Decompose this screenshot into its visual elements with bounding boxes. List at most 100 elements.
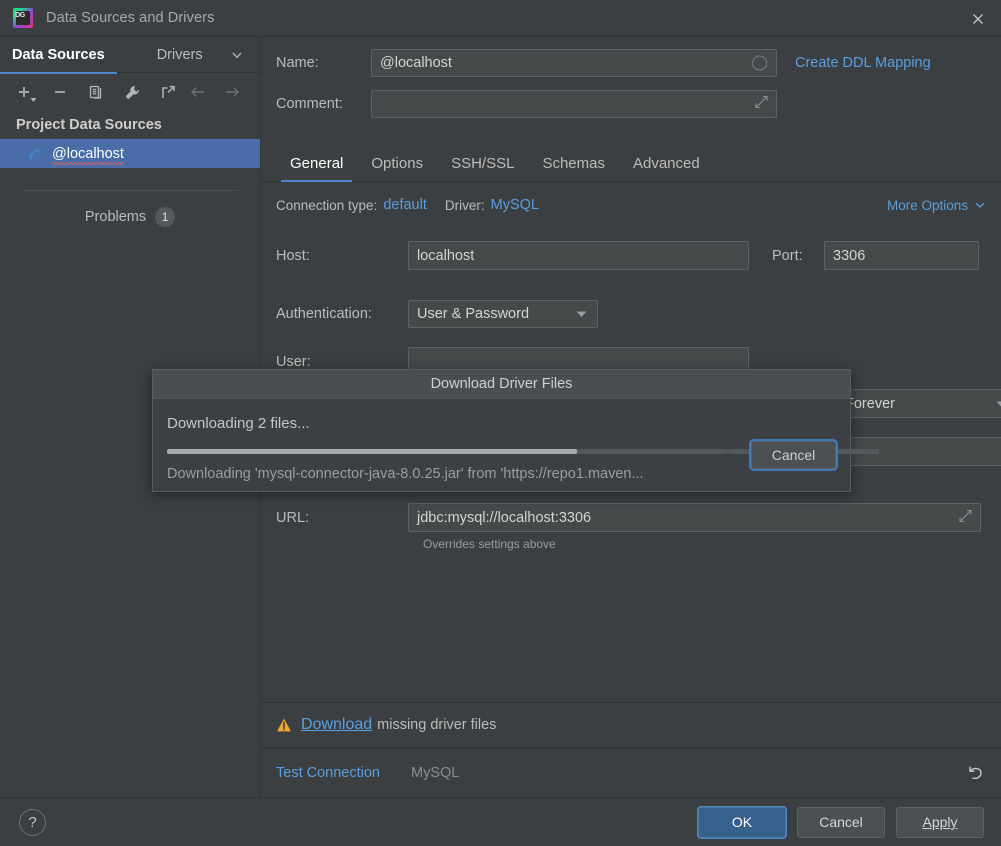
navigation-buttons [184, 78, 246, 106]
ok-button[interactable]: OK [698, 806, 786, 838]
authentication-row: Authentication: User & Password [276, 300, 986, 328]
name-input-value: @localhost [380, 55, 452, 71]
comment-label: Comment: [276, 96, 343, 112]
download-detail-text: Downloading 'mysql-connector-java-8.0.25… [167, 466, 644, 482]
question-mark-icon[interactable]: ? [19, 808, 46, 836]
comment-input[interactable] [371, 90, 777, 118]
port-input-value: 3306 [833, 247, 866, 264]
problems-count-badge: 1 [155, 207, 176, 227]
tab-advanced[interactable]: Advanced [619, 155, 714, 181]
connection-info-row: Connection type: default Driver: MySQL M… [276, 197, 986, 213]
driver-value[interactable]: MySQL [491, 197, 539, 213]
url-row: URL: jdbc:mysql://localhost:3306 [276, 503, 986, 532]
host-input[interactable]: localhost [408, 241, 749, 270]
authentication-value: User & Password [417, 306, 530, 322]
tab-ssh-ssl[interactable]: SSH/SSL [437, 155, 528, 181]
url-input-value: jdbc:mysql://localhost:3306 [417, 509, 592, 526]
driver-warning-bar: Download missing driver files [261, 702, 1001, 747]
tab-data-sources[interactable]: Data Sources [0, 37, 117, 74]
test-connection-bar: Test Connection MySQL [261, 747, 1001, 797]
create-ddl-mapping-link[interactable]: Create DDL Mapping [795, 55, 931, 71]
test-connection-driver-label: MySQL [410, 764, 460, 781]
port-input[interactable]: 3306 [824, 241, 979, 270]
expand-icon[interactable] [959, 509, 972, 526]
url-input[interactable]: jdbc:mysql://localhost:3306 [408, 503, 981, 532]
download-cancel-label: Cancel [771, 447, 816, 463]
problems-label: Problems [84, 209, 147, 225]
sidebar-toolbar [0, 73, 260, 111]
dialog-actions: OK Cancel Apply [698, 806, 984, 838]
add-button[interactable] [10, 78, 38, 106]
tab-ssh-ssl-label: SSH/SSL [451, 155, 515, 172]
cancel-button-label: Cancel [819, 814, 863, 830]
host-input-value: localhost [417, 247, 475, 264]
window-title: Data Sources and Drivers [46, 10, 215, 26]
url-hint: Overrides settings above [423, 537, 556, 551]
download-dialog-title: Download Driver Files [153, 370, 850, 399]
download-driver-files-dialog: Download Driver Files Downloading 2 file… [152, 369, 879, 492]
tab-options[interactable]: Options [357, 155, 437, 181]
caret-down-icon [996, 396, 1001, 412]
comment-row: Comment: [276, 90, 986, 118]
circle-icon[interactable] [752, 55, 767, 71]
download-progress-bar [167, 449, 728, 454]
expand-icon[interactable] [755, 95, 768, 113]
download-progress-fill [167, 449, 577, 454]
duplicate-button[interactable] [82, 78, 110, 106]
mysql-dolphin-icon [29, 148, 40, 160]
password-save-select[interactable]: Forever [836, 389, 1001, 418]
data-sources-and-drivers-dialog: DG Data Sources and Drivers Data Sources… [0, 0, 1001, 846]
tab-schemas[interactable]: Schemas [528, 155, 619, 181]
download-driver-link[interactable]: Download [301, 716, 372, 734]
url-label: URL: [276, 509, 310, 526]
tab-advanced-label: Advanced [632, 155, 700, 172]
host-label: Host: [276, 247, 310, 264]
chevron-down-icon [975, 202, 985, 208]
forward-button[interactable] [218, 78, 246, 106]
close-icon[interactable] [955, 0, 1001, 37]
name-input[interactable]: @localhost [371, 49, 777, 77]
connection-type-label: Connection type: [276, 197, 378, 213]
password-save-value: Forever [845, 395, 895, 412]
driver-warning-text: missing driver files [377, 717, 497, 733]
tab-drivers-label: Drivers [156, 46, 203, 63]
cancel-button[interactable]: Cancel [797, 806, 885, 838]
authentication-select[interactable]: User & Password [408, 300, 598, 328]
remove-button[interactable] [46, 78, 74, 106]
test-connection-link[interactable]: Test Connection [276, 765, 380, 781]
back-button[interactable] [184, 78, 212, 106]
more-options-label: More Options [886, 197, 968, 213]
tab-options-label: Options [371, 155, 424, 172]
sidebar-item-localhost-label: @localhost [52, 145, 124, 165]
authentication-label: Authentication: [276, 306, 372, 322]
apply-button[interactable]: Apply [896, 806, 984, 838]
project-data-sources-label: Project Data Sources [16, 117, 162, 133]
properties-button[interactable] [118, 78, 146, 106]
ok-button-label: OK [731, 814, 753, 830]
download-cancel-button[interactable]: Cancel [751, 441, 836, 469]
tab-drivers[interactable]: Drivers [145, 37, 215, 73]
share-button[interactable] [154, 78, 182, 106]
sidebar-tabs: Data Sources Drivers [0, 37, 260, 74]
sidebar-divider [22, 190, 238, 191]
tab-general[interactable]: General [276, 155, 357, 182]
port-label: Port: [772, 247, 803, 264]
help-label: ? [28, 813, 37, 831]
driver-label: Driver: [444, 197, 485, 213]
connection-type-value[interactable]: default [383, 197, 427, 213]
sidebar-item-localhost[interactable]: @localhost [0, 139, 260, 168]
warning-triangle-icon [277, 718, 291, 732]
details-tabs: General Options SSH/SSL Schemas Advanced [261, 140, 1001, 182]
revert-icon[interactable] [963, 761, 987, 785]
apply-button-label: Apply [922, 814, 958, 830]
more-options-button[interactable]: More Options [887, 198, 986, 213]
chevron-down-icon[interactable] [230, 37, 244, 73]
window-title-bar: DG Data Sources and Drivers [0, 0, 1001, 37]
caret-down-icon [576, 306, 587, 322]
name-label: Name: [276, 55, 319, 71]
tab-general-label: General [290, 155, 344, 172]
name-row: Name: @localhost Create DDL Mapping [276, 49, 986, 77]
download-status-text: Downloading 2 files... [167, 415, 310, 432]
problems-section[interactable]: Problems 1 [0, 207, 260, 227]
host-row: Host: localhost Port: 3306 [276, 241, 986, 270]
